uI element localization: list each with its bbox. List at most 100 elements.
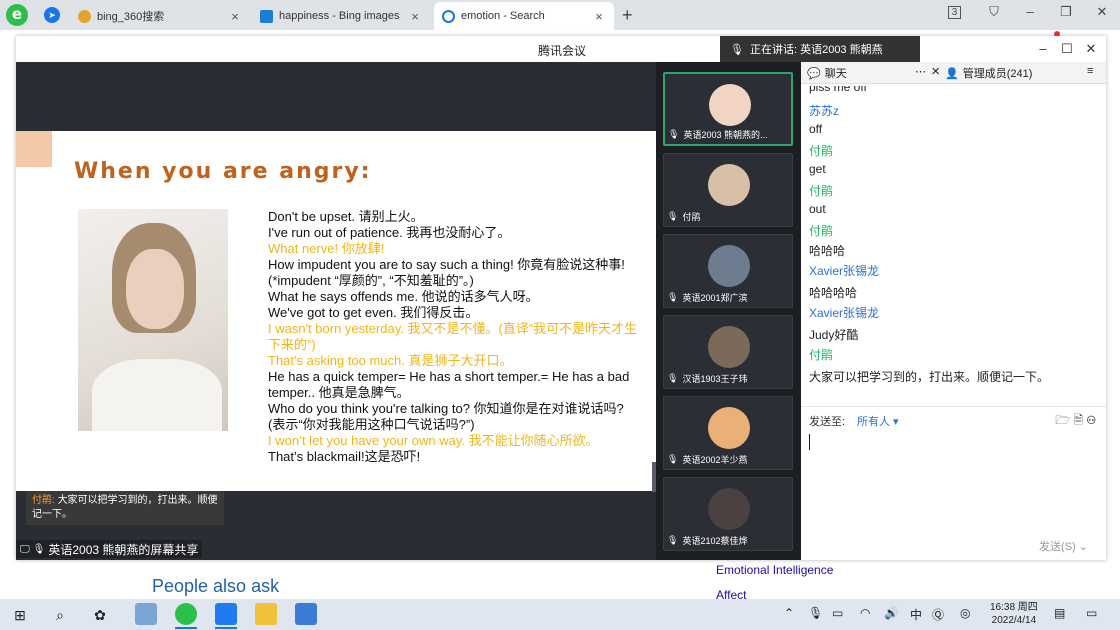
laptop-app-icon[interactable] <box>135 603 157 625</box>
microphone-icon: 🎙 <box>667 292 679 302</box>
tab-close-icon[interactable]: × <box>592 9 606 24</box>
participant-name-text: 英语2102蔡佳烨 <box>682 536 748 546</box>
chat-message: Judy好酷 <box>809 328 859 342</box>
chat-sender: Xavier张锡龙 <box>809 306 880 320</box>
tencent-meeting-app-icon[interactable] <box>215 603 237 625</box>
participant-tile[interactable]: 🎙 汉语1903王子玮 <box>663 315 793 389</box>
close-browser-button[interactable]: ✕ <box>1092 4 1112 20</box>
subtitle-speaker: 付鹃: <box>32 495 55 506</box>
new-tab-button[interactable]: + <box>622 5 633 26</box>
participant-tile[interactable]: 🎙 英语2102蔡佳烨 <box>663 477 793 551</box>
clock-date: 2022/4/14 <box>991 615 1037 626</box>
chat-tools[interactable]: 🗁 🗎 ⚇ <box>1055 411 1096 432</box>
members-icon: 👤 <box>945 67 959 80</box>
subtitle-text: 大家可以把学习到的，打出来。顺便记一下。 <box>32 495 218 520</box>
tab-members[interactable]: 👤 管理成员(241) <box>945 65 1032 81</box>
user-settings-icon[interactable]: ⚇ <box>1086 413 1096 427</box>
participant-name: 🎙 英语2003 熊朝燕的... <box>668 128 788 141</box>
panel-menu-icon[interactable]: ≡ <box>1087 65 1093 77</box>
tab-count-icon[interactable]: 3 <box>948 6 961 19</box>
participant-tile[interactable]: 🎙 英语2002羊少燕 <box>663 396 793 470</box>
qq-icon[interactable]: Ⓠ <box>932 606 944 623</box>
slide-phrase: Who do you think you're talking to? 你知道你… <box>268 401 628 432</box>
portrait-body <box>92 359 222 431</box>
tab-bing-360[interactable]: bing_360搜索 × <box>70 2 250 30</box>
chat-more-icon[interactable]: ⋯ <box>915 65 926 78</box>
notes-icon[interactable]: ▤ <box>1054 606 1065 620</box>
send-to-label: 发送至: <box>809 416 846 428</box>
restore-button[interactable]: ❐ <box>1056 4 1076 20</box>
send-button[interactable]: 发送(S) ⌄ <box>1039 538 1088 554</box>
wechat-icon[interactable]: ◎ <box>960 606 970 620</box>
meeting-window: 腾讯会议 🎙 正在讲话: 英语2003 熊朝燕 – ☐ ✕ When you a… <box>16 36 1106 560</box>
chat-message: 哈哈哈 <box>809 244 846 258</box>
chat-message-list[interactable]: piss me off 苏苏z off 付鹃 get 付鹃 out 付鹃 哈哈哈 Xavier张锡… <box>809 86 1089 398</box>
photos-app-icon[interactable] <box>295 603 317 625</box>
chat-close-icon[interactable]: ✕ <box>931 65 940 78</box>
slide-phrase-list: Don't be upset. 请别上火。 I've run out of pat… <box>268 209 640 465</box>
slide-phrase: How impudent you are to say such a thing… <box>268 257 629 288</box>
tab-bing-images[interactable]: happiness - Bing images × <box>252 2 430 30</box>
battery-icon[interactable]: ▭ <box>832 606 843 620</box>
tab-emotion-search[interactable]: emotion - Search × <box>434 2 614 30</box>
slide-title: When you are angry: <box>74 159 372 184</box>
chevron-up-icon[interactable]: ⌃ <box>784 606 794 620</box>
chat-input-cursor[interactable] <box>809 434 810 450</box>
chat-tab-bar: 💬 聊天 ⋯ ✕ 👤 管理成员(241) ≡ <box>801 62 1106 84</box>
participant-tile[interactable]: 🎙 英语2003 熊朝燕的... <box>663 72 793 146</box>
slide-phrase: I wasn't born yesterday. 我又不是不懂。(直译“我可不是… <box>268 321 638 352</box>
meeting-close-button[interactable]: ✕ <box>1082 41 1100 57</box>
participant-name: 🎙 汉语1903王子玮 <box>667 372 789 385</box>
flower-app-icon[interactable]: ✿ <box>90 605 110 625</box>
participant-tile[interactable]: 🎙 付鹃 <box>663 153 793 227</box>
meeting-title-bar: 腾讯会议 🎙 正在讲话: 英语2003 熊朝燕 – ☐ ✕ <box>16 36 1106 62</box>
wifi-icon[interactable]: ◠ <box>860 606 870 620</box>
microphone-icon: 🎙 <box>730 43 744 56</box>
microphone-icon[interactable]: 🎙 <box>808 606 823 620</box>
chat-message: 哈哈哈哈 <box>809 286 858 300</box>
participant-name-text: 英语2001郑广滨 <box>682 293 748 303</box>
clock[interactable]: 16:38 周四 2022/4/14 <box>990 601 1038 627</box>
participant-tile[interactable]: 🎙 英语2001郑广滨 <box>663 234 793 308</box>
file-icon[interactable]: 🗎 <box>1073 413 1083 427</box>
tab-label: emotion - Search <box>461 10 545 22</box>
send-to-dropdown[interactable]: 所有人 ▾ <box>857 413 899 429</box>
microphone-icon: 🎙 <box>668 129 680 139</box>
search-icon[interactable]: ⌕ <box>50 605 70 625</box>
browser-app-icon[interactable] <box>175 603 197 625</box>
participant-name-text: 英语2003 熊朝燕的... <box>683 130 768 140</box>
folder-icon[interactable]: 🗁 <box>1055 413 1070 427</box>
tab-label: happiness - Bing images <box>279 10 400 22</box>
browser-logo-icon[interactable]: e <box>6 4 28 26</box>
chat-icon: 💬 <box>807 67 821 80</box>
screen-share-label: 🖵 🎙 英语2003 熊朝燕的屏幕共享 <box>16 540 203 558</box>
navigation-icon[interactable]: ➤ <box>44 7 60 23</box>
chat-message: off <box>809 122 823 136</box>
slide-phrase: What nerve! 你放肆! <box>268 241 385 256</box>
screen: e ➤ bing_360搜索 × happiness - Bing images… <box>0 0 1120 630</box>
slide-phrase: That's asking too much. 真是狮子大开口。 <box>268 353 513 368</box>
meeting-maximize-button[interactable]: ☐ <box>1058 41 1076 57</box>
volume-icon[interactable]: 🔊 <box>884 606 899 620</box>
slide-phrase: What he says offends me. 他说的话多气人呀。 <box>268 289 539 304</box>
related-link-emotional-intelligence[interactable]: Emotional Intelligence <box>716 563 833 577</box>
chat-sender: 付鹃 <box>809 224 834 238</box>
participant-name-text: 英语2002羊少燕 <box>682 455 748 465</box>
slide-phrase: That’s blackmail!这是恐吓! <box>268 449 421 464</box>
meeting-minimize-button[interactable]: – <box>1034 41 1052 56</box>
participant-avatar <box>708 245 750 287</box>
tab-label: bing_360搜索 <box>97 11 165 23</box>
ime-icon[interactable]: 中 <box>910 606 922 623</box>
tab-close-icon[interactable]: × <box>408 9 422 24</box>
file-explorer-icon[interactable] <box>255 603 277 625</box>
shield-icon[interactable]: ⛉ <box>984 4 1004 20</box>
tab-chat[interactable]: 💬 聊天 <box>807 65 847 81</box>
send-to-bar: 发送至: 所有人 ▾ 🗁 🗎 ⚇ <box>801 406 1106 430</box>
minimize-button[interactable]: – <box>1020 4 1040 19</box>
notification-icon[interactable]: ▭ <box>1086 606 1097 620</box>
participant-avatar <box>708 326 750 368</box>
portrait-image <box>78 209 228 431</box>
browser-tab-bar: e ➤ bing_360搜索 × happiness - Bing images… <box>0 0 1120 30</box>
tab-close-icon[interactable]: × <box>228 9 242 24</box>
start-icon[interactable]: ⊞ <box>10 605 30 625</box>
